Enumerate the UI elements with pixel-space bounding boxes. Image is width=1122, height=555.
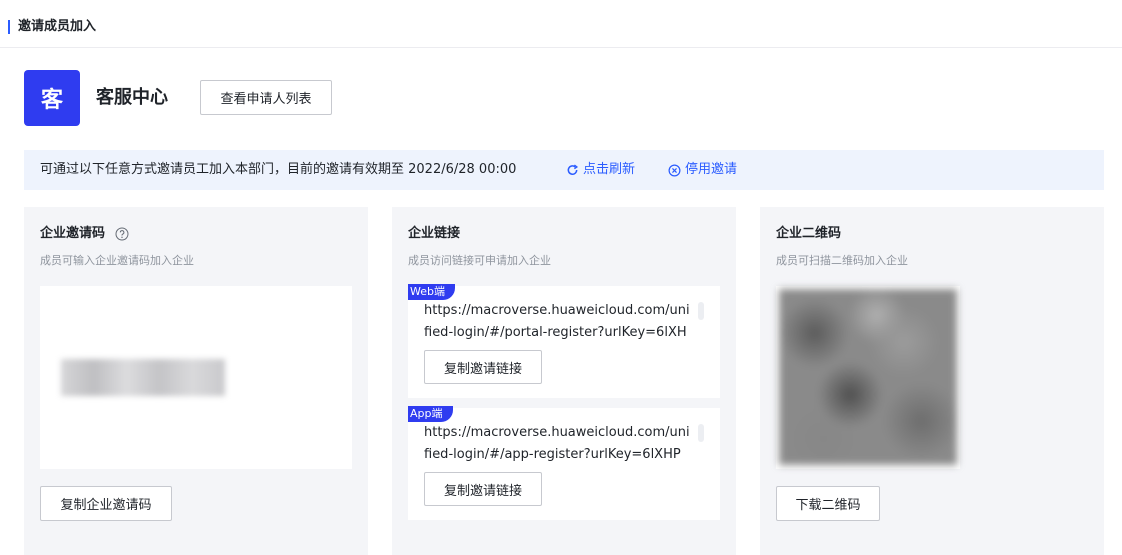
- refresh-label: 点击刷新: [583, 162, 636, 177]
- header-accent-bar: [8, 20, 10, 34]
- refresh-icon: [567, 164, 579, 175]
- notice-text: 可通过以下任意方式邀请员工加入本部门，目前的邀请有效期至 2022/6/28 0…: [40, 162, 517, 177]
- app-link-box: App端 https://macroverse.huaweicloud.com/…: [408, 406, 720, 520]
- web-link-box: Web端 https://macroverse.huaweicloud.com/…: [408, 284, 720, 398]
- invite-link-subtitle: 成员访问链接可申请加入企业: [408, 254, 551, 267]
- invite-link-card: 企业链接 成员访问链接可申请加入企业 Web端 https://macrover…: [392, 207, 736, 555]
- view-applicants-button[interactable]: 查看申请人列表: [200, 80, 332, 115]
- app-tag: App端: [408, 406, 453, 422]
- invite-notice: 可通过以下任意方式邀请员工加入本部门，目前的邀请有效期至 2022/6/28 0…: [24, 150, 1104, 190]
- qr-code-image: [779, 289, 957, 465]
- web-link-line1: https://macroverse.huaweicloud.com/uni: [424, 303, 690, 318]
- invite-code-subtitle: 成员可输入企业邀请码加入企业: [40, 254, 194, 267]
- app-link-scrollbar[interactable]: [698, 424, 704, 442]
- disable-invite-link[interactable]: 停用邀请: [668, 161, 737, 179]
- close-circle-icon: [668, 164, 681, 176]
- invite-code-display: [40, 286, 352, 469]
- copy-invite-code-button[interactable]: 复制企业邀请码: [40, 486, 172, 521]
- blurred-invite-code: [61, 359, 225, 396]
- qr-code-subtitle: 成员可扫描二维码加入企业: [776, 254, 908, 267]
- app-link-text[interactable]: https://macroverse.huaweicloud.com/uni f…: [424, 422, 696, 466]
- web-link-text[interactable]: https://macroverse.huaweicloud.com/uni f…: [424, 300, 696, 344]
- web-tag: Web端: [408, 284, 455, 300]
- qr-code-frame: [776, 286, 960, 469]
- web-link-line2: fied-login/#/portal-register?urlKey=6lXH: [424, 325, 687, 340]
- invite-link-title: 企业链接: [408, 226, 461, 241]
- invite-code-title: 企业邀请码: [40, 226, 106, 241]
- app-link-line2: fied-login/#/app-register?urlKey=6lXHP: [424, 447, 681, 462]
- department-avatar: 客: [24, 70, 80, 126]
- invite-code-card: 企业邀请码 成员可输入企业邀请码加入企业 复制企业邀请码: [24, 207, 368, 555]
- copy-app-link-button[interactable]: 复制邀请链接: [424, 472, 542, 506]
- disable-invite-label: 停用邀请: [685, 162, 738, 177]
- copy-web-link-button[interactable]: 复制邀请链接: [424, 350, 542, 384]
- app-link-line1: https://macroverse.huaweicloud.com/uni: [424, 425, 690, 440]
- download-qr-button[interactable]: 下载二维码: [776, 486, 880, 521]
- invite-code-title-row: 企业邀请码: [40, 225, 129, 243]
- qr-code-card: 企业二维码 成员可扫描二维码加入企业 下载二维码: [760, 207, 1104, 555]
- help-icon[interactable]: [115, 227, 129, 241]
- page-header: 邀请成员加入: [0, 0, 1122, 48]
- refresh-link[interactable]: 点击刷新: [566, 161, 635, 179]
- qr-code-title: 企业二维码: [776, 226, 842, 241]
- web-link-scrollbar[interactable]: [698, 302, 704, 320]
- department-name: 客服中心: [96, 87, 168, 108]
- page-title: 邀请成员加入: [18, 19, 97, 34]
